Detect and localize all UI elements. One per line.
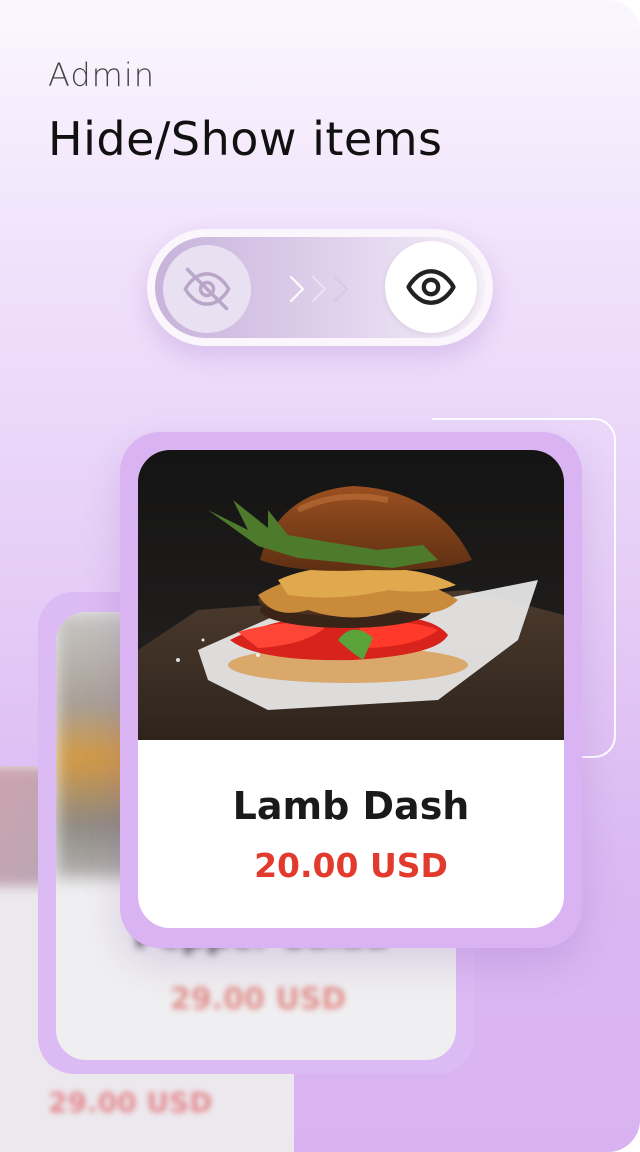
chevrons-right-icon [285,269,357,309]
item-name: Lamb Dash [232,784,470,828]
page-title: Hide/Show items [48,112,443,166]
admin-screen: Admin Hide/Show items 29.00 USD 29.00 US… [0,0,640,1152]
item-price: 20.00 USD [254,846,448,885]
hide-show-toggle[interactable] [147,229,493,346]
section-label: Admin [48,56,155,94]
burger-photo [138,450,564,740]
item-price: 29.00 USD [48,1086,213,1119]
hide-button[interactable] [163,245,251,333]
eye-icon [406,269,456,305]
show-button[interactable] [385,241,477,333]
item-price: 29.00 USD [170,982,347,1017]
eye-off-icon [183,267,231,311]
menu-card-featured[interactable]: Lamb Dash 20.00 USD [138,450,564,928]
